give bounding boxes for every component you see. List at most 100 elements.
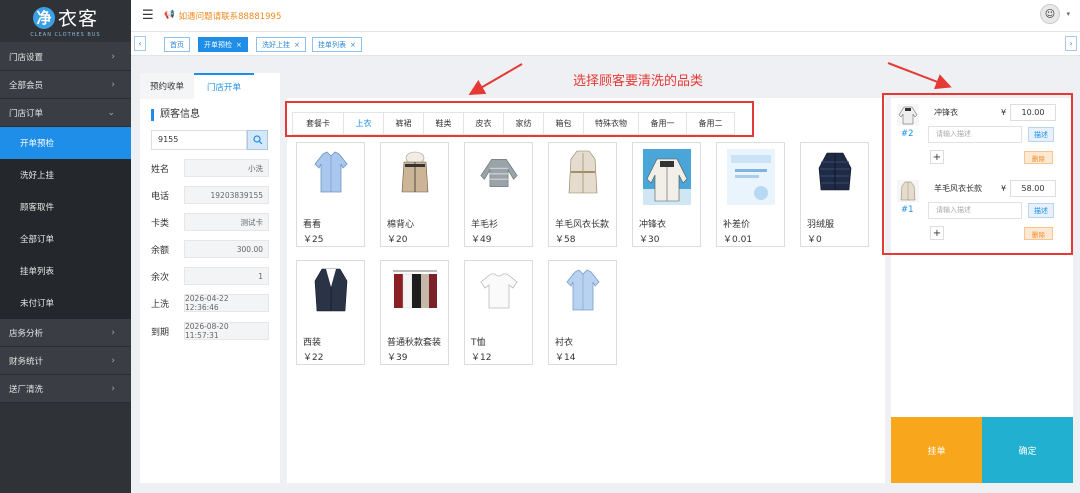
notice-text: 如遇问题请联系88881995 (178, 12, 282, 22)
notice: 📢 如遇问题请联系88881995 (164, 10, 281, 22)
hang-order-button[interactable]: 挂单 (891, 417, 982, 483)
currency-symbol: ¥ (1001, 184, 1007, 193)
trenchcoat-icon (897, 180, 919, 202)
close-icon[interactable]: × (350, 41, 356, 49)
sidebar-group-finance[interactable]: 财务统计 › (0, 347, 131, 375)
chevron-right-icon: › (111, 383, 115, 394)
product-price: ￥49 (471, 235, 492, 245)
product-name: 冲锋衣 (639, 220, 667, 230)
tab-hang-list[interactable]: 挂单列表 × (312, 37, 362, 52)
sidebar-group-members[interactable]: 全部会员 › (0, 71, 131, 99)
sidebar-group-store-orders[interactable]: 门店订单 ⌄ (0, 99, 131, 127)
tshirt-icon (479, 267, 519, 312)
caret-down-icon[interactable]: ▾ (1066, 10, 1070, 18)
add-button[interactable]: + (930, 226, 944, 240)
product-card[interactable]: 羽绒服 ￥0 (800, 142, 869, 247)
sidebar-item-open-order[interactable]: 开单预检 (0, 127, 131, 159)
description-input[interactable]: 请输入描述 (928, 126, 1022, 143)
tab-open-order[interactable]: 开单预检 × (198, 37, 248, 52)
price-input[interactable]: 10.00 (1010, 104, 1056, 121)
product-name: 羊毛风衣长款 (555, 220, 610, 230)
sidebar-item-washed-hang[interactable]: 洗好上挂 (0, 159, 131, 191)
field-value: 测试卡 (184, 213, 269, 231)
product-price: ￥14 (555, 353, 576, 363)
sidebar-group-label: 店务分析 (9, 328, 44, 339)
field-value: 300.00 (184, 240, 269, 258)
chevron-right-icon: › (111, 327, 115, 338)
field-value: 1 (184, 267, 269, 285)
shirt-icon (563, 267, 603, 312)
tab-appointment[interactable]: 预约收单 (140, 73, 194, 99)
sidebar-item-pickup[interactable]: 顾客取件 (0, 191, 131, 223)
product-name: 羊毛衫 (471, 220, 499, 230)
order-item-name: 冲锋衣 (934, 108, 958, 117)
sidebar-item-label: 开单预检 (20, 139, 55, 149)
delete-button[interactable]: 删除 (1024, 227, 1053, 240)
sidebar-group-label: 门店订单 (9, 108, 44, 119)
order-item-number: #2 (901, 129, 914, 139)
trenchcoat-icon (563, 149, 603, 194)
product-card[interactable]: 衬衣 ￥14 (548, 260, 617, 365)
product-card[interactable]: 西装 ￥22 (296, 260, 365, 365)
sidebar-item-label: 挂单列表 (20, 267, 55, 277)
sidebar-item-all-orders[interactable]: 全部订单 (0, 223, 131, 255)
field-balance: 余额 300.00 (151, 240, 269, 258)
tab-home[interactable]: 首页 (164, 37, 190, 52)
product-card[interactable]: T恤 ￥12 (464, 260, 533, 365)
search-button[interactable] (247, 130, 268, 150)
tab-label: 门店开单 (206, 83, 241, 93)
annotation-text: 选择顾客要清洗的品类 (573, 74, 704, 89)
tabs-scroll-right-button[interactable]: › (1065, 36, 1077, 51)
product-name: 补差价 (723, 220, 751, 230)
product-name: 棉背心 (387, 220, 415, 230)
customer-info-title: 顾客信息 (151, 109, 200, 121)
describe-button[interactable]: 描述 (1028, 203, 1054, 218)
card-number-input[interactable]: 9155 (151, 130, 247, 150)
suit-icon (311, 267, 351, 312)
sweater-icon (479, 149, 519, 194)
tab-label: 洗好上挂 (262, 40, 290, 49)
avatar[interactable]: ☺ (1040, 4, 1060, 24)
product-card[interactable]: 棉背心 ￥20 (380, 142, 449, 247)
product-card[interactable]: 补差价 ￥0.01 (716, 142, 785, 247)
tabs-scroll-left-button[interactable]: ‹ (134, 36, 146, 51)
describe-button[interactable]: 描述 (1028, 127, 1054, 142)
sidebar-item-hang-list[interactable]: 挂单列表 (0, 255, 131, 287)
tab-washed-hang[interactable]: 洗好上挂 × (256, 37, 306, 52)
product-card[interactable]: 冲锋衣 ￥30 (632, 142, 701, 247)
customer-panel: 预约收单 门店开单 顾客信息 9155 姓名 小洗 电话 19203839155 卡… (140, 73, 280, 483)
field-value: 小洗 (184, 159, 269, 177)
field-label: 卡类 (151, 218, 170, 229)
product-price: ￥0 (807, 235, 822, 245)
product-name: 西装 (303, 338, 322, 348)
search-icon (252, 135, 262, 145)
sidebar: 净 衣客 CLEAN CLOTHES BUS 门店设置 › 全部会员 › 门店订单 ⌄… (0, 0, 131, 493)
product-card[interactable]: 羊毛风衣长款 ￥58 (548, 142, 617, 247)
product-name: T恤 (471, 338, 486, 348)
field-value: 2026-04-22 12:36:46 (184, 294, 269, 312)
close-icon[interactable]: × (294, 41, 300, 49)
sidebar-group-label: 送厂清洗 (9, 384, 44, 395)
price-input[interactable]: 58.00 (1010, 180, 1056, 197)
hamburger-menu-icon[interactable]: ☰ (142, 8, 154, 23)
product-card[interactable]: 羊毛衫 ￥49 (464, 142, 533, 247)
sidebar-group-store-settings[interactable]: 门店设置 › (0, 43, 131, 71)
delete-button[interactable]: 删除 (1024, 151, 1053, 164)
field-expiry: 到期 2026-08-20 11:57:31 (151, 322, 269, 340)
add-button[interactable]: + (930, 150, 944, 164)
sidebar-item-label: 全部订单 (20, 235, 55, 245)
sidebar-item-unpaid[interactable]: 未付订单 (0, 287, 131, 319)
app-logo: 净 衣客 CLEAN CLOTHES BUS (0, 0, 131, 43)
sidebar-group-analysis[interactable]: 店务分析 › (0, 319, 131, 347)
close-icon[interactable]: × (236, 41, 242, 49)
tab-store-order[interactable]: 门店开单 (194, 73, 254, 99)
logo-icon: 净 (32, 6, 55, 29)
confirm-button[interactable]: 确定 (982, 417, 1073, 483)
sidebar-group-factory[interactable]: 送厂清洗 › (0, 375, 131, 403)
product-name: 普通秋款套装 (387, 338, 442, 348)
downcoat-icon (815, 149, 855, 194)
tab-label: 开单预检 (204, 40, 232, 49)
description-input[interactable]: 请输入描述 (928, 202, 1022, 219)
product-card[interactable]: 看看 ￥25 (296, 142, 365, 247)
product-card[interactable]: 普通秋款套装 ￥39 (380, 260, 449, 365)
